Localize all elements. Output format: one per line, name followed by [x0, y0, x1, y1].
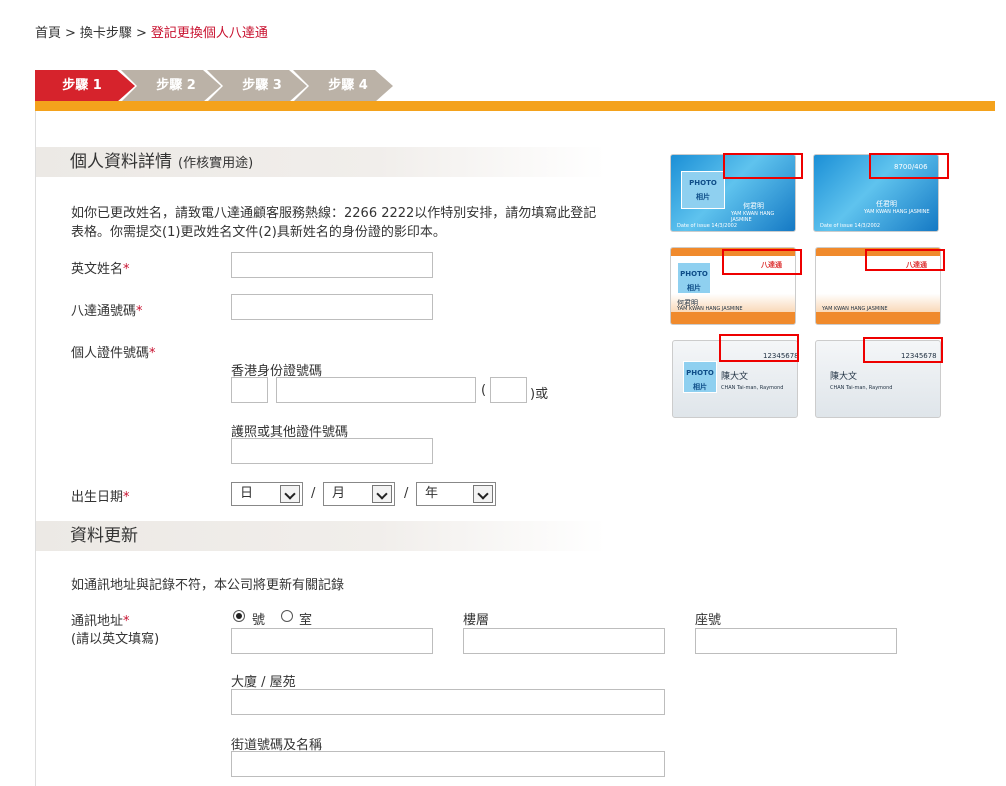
- personal-intro-line-2: 表格。你需提交(1)更改姓名文件(2)具新姓名的身份證的影印本。: [71, 225, 446, 240]
- card-holder-en: CHAN Tai-man, Raymond: [830, 385, 893, 391]
- chevron-down-icon: [372, 485, 392, 503]
- passport-number-input[interactable]: [231, 438, 433, 464]
- english-name-input[interactable]: [231, 252, 433, 278]
- step-3: 步驟 3: [207, 70, 307, 102]
- photo-placeholder: PHOTO 相片: [681, 171, 725, 209]
- step-underline-bar: [35, 101, 995, 111]
- card-holder-en: YAM KWAN HANG JASMINE: [677, 306, 743, 312]
- breadcrumb-step-link[interactable]: 換卡步驟: [80, 26, 132, 41]
- dob-day-select[interactable]: 日: [231, 482, 303, 506]
- floor-label: 樓層: [463, 613, 490, 628]
- highlight-box: [723, 153, 803, 179]
- english-name-label: 英文姓名*: [71, 262, 130, 277]
- card-holder-name: 陳大文: [721, 372, 749, 382]
- update-heading: 資料更新: [36, 521, 606, 551]
- card-holder-en: CHAN Tai-man, Raymond: [721, 385, 784, 391]
- hkid-paren-open: (: [481, 383, 487, 398]
- breadcrumb-separator: >: [135, 26, 147, 41]
- personal-details-heading: 個人資料詳情 (作核實用途): [36, 147, 606, 177]
- block-label: 座號: [695, 613, 722, 628]
- date-of-birth-label: 出生日期*: [71, 490, 130, 505]
- card-holder-en: YAM KWAN HANG JASMINE: [864, 209, 930, 215]
- content-left-border: [35, 111, 36, 786]
- street-input[interactable]: [231, 751, 665, 777]
- breadcrumb-separator: >: [65, 26, 76, 41]
- breadcrumb: 首頁 > 換卡步驟 > 登記更換個人八達通: [35, 22, 268, 41]
- flat-number-input[interactable]: [231, 628, 433, 654]
- card-holder-name: 任君明: [876, 200, 897, 208]
- flat-radio[interactable]: [233, 610, 245, 622]
- breadcrumb-current: 登記更換個人八達通: [150, 26, 268, 41]
- octopus-number-label: 八達通號碼*: [71, 304, 143, 319]
- card-holder-en: YAM KWAN HANG JASMINE: [731, 211, 775, 223]
- highlight-box: [719, 334, 799, 362]
- hkid-number-input[interactable]: [276, 377, 476, 403]
- id-number-label: 個人證件號碼*: [71, 346, 156, 361]
- dob-month-select[interactable]: 月: [323, 482, 395, 506]
- chevron-down-icon: [473, 485, 493, 503]
- card-holder-name: 何君明: [743, 202, 764, 210]
- flat-radio-label: 號: [252, 613, 266, 628]
- address-label: 通訊地址*: [71, 614, 130, 629]
- step-1-active: 步驟 1: [35, 70, 135, 102]
- card-holder-en: YAM KWAN HANG JASMINE: [822, 306, 888, 312]
- step-progress-bar: 步驟 1 步驟 2 步驟 3 步驟 4: [35, 70, 395, 102]
- hkid-paren-close-or: )或: [530, 387, 549, 402]
- card-issue-date: Date of issue 14/3/2002: [677, 223, 738, 229]
- room-radio[interactable]: [281, 610, 293, 622]
- chevron-down-icon: [280, 485, 300, 503]
- dob-separator: /: [404, 486, 409, 501]
- room-radio-label: 室: [299, 613, 313, 628]
- block-input[interactable]: [695, 628, 897, 654]
- step-2: 步驟 2: [121, 70, 221, 102]
- building-input[interactable]: [231, 689, 665, 715]
- building-label: 大廈 / 屋苑: [231, 675, 296, 690]
- card-holder-name: 陳大文: [830, 372, 858, 382]
- update-intro: 如通訊地址與記錄不符，本公司將更新有關記錄: [71, 578, 345, 593]
- address-note: (請以英文填寫): [71, 632, 160, 647]
- floor-input[interactable]: [463, 628, 665, 654]
- highlight-box: [722, 249, 802, 275]
- breadcrumb-home-link[interactable]: 首頁: [35, 26, 61, 41]
- hkid-prefix-input[interactable]: [231, 377, 268, 403]
- dob-separator: /: [311, 486, 316, 501]
- dob-year-select[interactable]: 年: [416, 482, 496, 506]
- highlight-box: [865, 249, 945, 271]
- highlight-box: [869, 153, 949, 179]
- personal-intro-line-1: 如你已更改姓名，請致電八達通顧客服務熱線：2266 2222以作特別安排，請勿填…: [71, 206, 597, 221]
- photo-placeholder: PHOTO 相片: [677, 262, 711, 294]
- photo-placeholder: PHOTO 相片: [683, 361, 717, 393]
- card-issue-date: Date of issue 14/3/2002: [820, 223, 881, 229]
- step-4: 步驟 4: [293, 70, 393, 102]
- hkid-check-digit-input[interactable]: [490, 377, 527, 403]
- octopus-number-input[interactable]: [231, 294, 433, 320]
- highlight-box: [863, 337, 943, 363]
